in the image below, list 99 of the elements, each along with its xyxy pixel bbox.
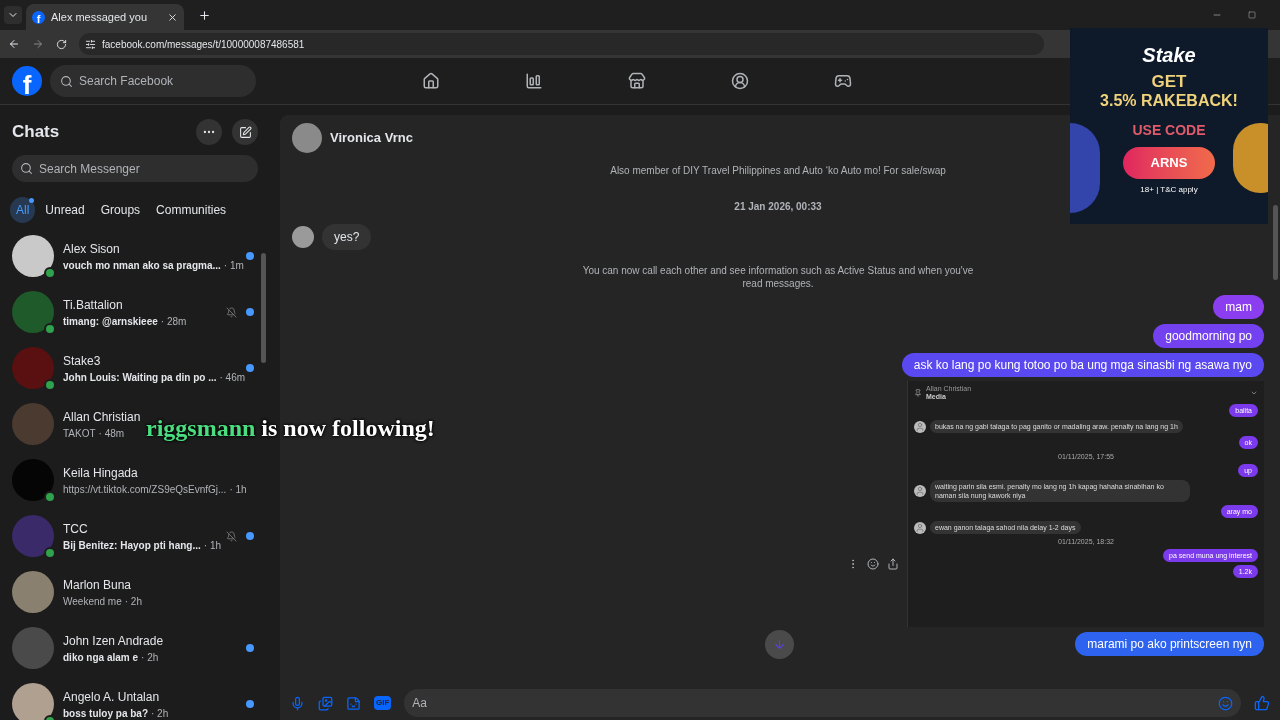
message-preview: Weekend me — [63, 594, 122, 609]
ad-disclaimer: 18+ | T&C apply — [1140, 184, 1198, 196]
chart-icon[interactable] — [525, 72, 543, 90]
microphone-icon[interactable] — [290, 695, 305, 711]
site-settings-icon[interactable] — [85, 38, 96, 50]
contact-name[interactable]: Keila Hingada — [63, 463, 138, 482]
outgoing-message: goodmorning po — [1153, 324, 1264, 348]
message-time: · 1h — [203, 538, 222, 553]
ad-headline: GET — [1151, 72, 1187, 91]
outgoing-message: marami po ako printscreen nyn — [1075, 632, 1264, 656]
avatar-photo[interactable] — [12, 683, 54, 720]
avatar-photo[interactable] — [12, 459, 54, 501]
favicon[interactable]: f — [32, 10, 45, 24]
incoming-message: yes? — [322, 224, 372, 250]
reload-icon[interactable] — [56, 38, 67, 50]
avatar-photo[interactable] — [12, 291, 54, 333]
follow-alert-text: riggsmann is now following! — [146, 414, 435, 443]
avatar-photo[interactable] — [12, 515, 54, 557]
image-icon[interactable] — [318, 695, 333, 711]
messenger-search-field[interactable]: Search Messenger — [12, 155, 258, 182]
share-icon[interactable] — [887, 558, 899, 570]
filter-tab[interactable]: Unread — [39, 197, 91, 223]
chats-title: Chats — [12, 121, 61, 144]
message-preview: diko nga alam e — [63, 650, 139, 665]
message-time: · 28m — [160, 314, 187, 329]
filter-tab[interactable]: All — [10, 197, 36, 223]
profile-icon[interactable] — [731, 72, 749, 90]
contact-name[interactable]: Marlon Buna — [63, 575, 132, 594]
info-text: Also member of DIY Travel Philippines and Auto ‘ko Auto mo! For sale/swap — [610, 164, 946, 177]
back-icon[interactable] — [8, 38, 20, 50]
contact-avatar[interactable] — [292, 122, 322, 153]
outgoing-message: ask ko lang po kung totoo po ba ung mga sinasbi ng asawa nyo — [901, 353, 1264, 377]
scrollbar-thumb[interactable] — [1273, 205, 1278, 280]
address-field[interactable]: facebook.com/messages/t/100000087486581 — [79, 33, 1044, 55]
info-text: You can now call each other and see information such as Active Status and when you've read messages. — [581, 264, 975, 290]
message-time: · 2h — [141, 650, 159, 665]
message-time: · 1m — [223, 258, 244, 273]
compose-icon — [238, 125, 252, 139]
message-preview: https://vt.tiktok.com/ZS9eQsEvnfGj... — [63, 482, 227, 497]
pin-icon — [914, 389, 922, 397]
close-icon[interactable] — [167, 11, 178, 23]
emoji-icon[interactable] — [1218, 695, 1233, 711]
message-time: · 2h — [124, 594, 142, 609]
message-time: · 48m — [98, 426, 125, 441]
contact-avatar — [292, 226, 314, 248]
filter-tab[interactable]: Communities — [150, 197, 233, 223]
contact-name[interactable]: Alex Sison — [63, 239, 120, 258]
compose-button[interactable] — [232, 119, 258, 145]
avatar-icon — [914, 521, 926, 534]
tab-list-button[interactable] — [4, 6, 22, 24]
search-icon — [20, 162, 33, 175]
avatar-icon — [914, 485, 926, 497]
chevron-icon — [1250, 389, 1258, 397]
contact-name[interactable]: TCC — [63, 519, 88, 538]
ad-code-label: USE CODE — [1132, 121, 1206, 140]
react-icon[interactable] — [867, 558, 879, 570]
outgoing-message: mam — [1213, 295, 1264, 319]
maximize-icon[interactable] — [1248, 11, 1256, 19]
message-timestamp: 21 Jan 2026, 00:33 — [734, 200, 822, 214]
message-time: · 1h — [229, 482, 247, 497]
message-input[interactable]: Aa — [404, 689, 1241, 717]
home-icon[interactable] — [422, 72, 440, 90]
avatar-photo[interactable] — [12, 571, 54, 613]
avatar-photo[interactable] — [12, 347, 54, 389]
avatar-icon — [914, 420, 926, 433]
store-icon[interactable] — [628, 72, 646, 90]
scrollbar-thumb[interactable] — [261, 253, 266, 363]
ad-logo: Stake — [1142, 43, 1196, 68]
url-text: facebook.com/messages/t/100000087486581 — [102, 37, 305, 52]
filter-tab[interactable]: Groups — [94, 197, 147, 223]
like-icon[interactable] — [1254, 695, 1270, 711]
message-time: · 46m — [219, 370, 246, 385]
promo-code-button[interactable]: ARNS — [1123, 147, 1215, 179]
contact-name[interactable]: Angelo A. Untalan — [63, 687, 160, 706]
message-preview: boss tuloy pa ba? — [63, 706, 148, 720]
sticker-icon[interactable] — [346, 695, 361, 711]
screenshot-image[interactable] — [907, 381, 1264, 627]
avatar-photo[interactable] — [12, 235, 54, 277]
conversation-title[interactable]: Vironica Vrnc — [330, 127, 413, 148]
message-preview: TAKOT — [63, 426, 96, 441]
browser-tab[interactable]: f Alex messaged you — [26, 4, 184, 30]
message-time: · 2h — [151, 706, 169, 720]
search-field[interactable]: Search Facebook — [50, 65, 256, 97]
contact-name[interactable]: Ti.Battalion — [63, 295, 123, 314]
message-preview: John Louis: Waiting pa din po ... — [63, 370, 217, 385]
gamepad-icon[interactable] — [834, 72, 852, 90]
arrow-down-icon — [773, 638, 786, 651]
message-preview: Bij Benitez: Hayop pti hang... — [63, 538, 201, 553]
tab-title: Alex messaged you — [51, 9, 148, 25]
contact-name[interactable]: Allan Christian — [63, 407, 141, 426]
message-preview: timang: @arnskieee — [63, 314, 158, 329]
facebook-logo[interactable]: f — [12, 66, 42, 96]
ad-banner[interactable]: Stake GET 3.5% RAKEBACK! USE CODE ARNS 18+ | T&C apply — [1070, 28, 1268, 224]
new-tab-icon[interactable] — [198, 8, 211, 22]
ad-offer: 3.5% RAKEBACK! — [1100, 91, 1238, 110]
search-icon — [60, 74, 73, 88]
contact-name[interactable]: John Izen Andrade — [63, 631, 164, 650]
contact-name[interactable]: Stake3 — [63, 351, 101, 370]
message-preview: vouch mo nman ako sa pragma... — [63, 258, 221, 273]
